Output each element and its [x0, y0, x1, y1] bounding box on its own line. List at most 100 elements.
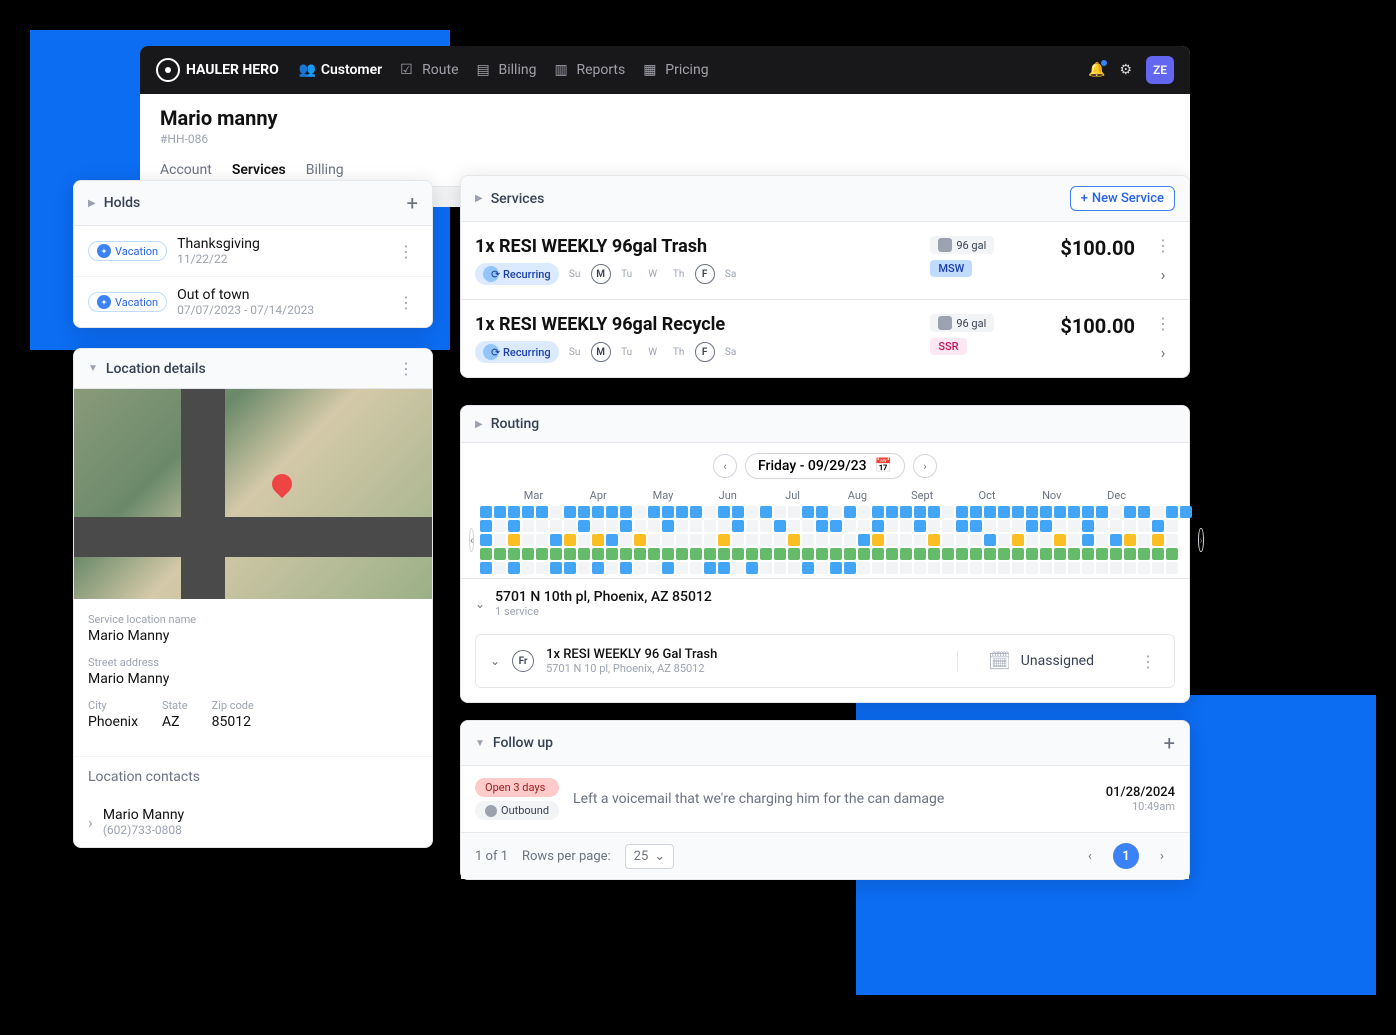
- category-badge: MSW: [930, 260, 972, 277]
- brand-logo: HAULER HERO: [156, 58, 279, 82]
- routing-panel: ▶ Routing ‹ Friday - 09/29/23📅 › MarAprM…: [460, 405, 1190, 703]
- followup-row[interactable]: Open 3 days Outbound Left a voicemail th…: [461, 766, 1189, 832]
- notifications-icon[interactable]: 🔔: [1088, 62, 1105, 78]
- open-badge: Open 3 days: [475, 778, 559, 797]
- contact-name: Mario Manny: [103, 807, 184, 823]
- add-followup-icon[interactable]: +: [1164, 731, 1175, 755]
- service-row[interactable]: 1x RESI WEEKLY 96gal Recycle ⟳Recurring …: [461, 300, 1189, 377]
- stop-title: 1x RESI WEEKLY 96 Gal Trash: [546, 647, 945, 662]
- location-details-panel: ▼ Location details ⋮ Service location na…: [73, 348, 433, 848]
- chevron-down-icon: ⌄: [475, 597, 485, 611]
- day-badge: Fr: [512, 650, 534, 672]
- zip-code: 85012: [212, 714, 254, 730]
- location-map[interactable]: [74, 389, 432, 599]
- service-price: $100.00: [1060, 236, 1135, 260]
- contact-row[interactable]: › Mario Manny (602)733-0808: [74, 797, 432, 847]
- service-menu-icon[interactable]: ⋮: [1151, 236, 1175, 255]
- recurring-badge: ⟳Recurring: [475, 263, 559, 285]
- contact-phone: (602)733-0808: [103, 823, 184, 837]
- chevron-right-icon[interactable]: ›: [1161, 343, 1166, 362]
- collapse-icon[interactable]: ▶: [475, 193, 483, 204]
- chevron-right-icon: ›: [88, 813, 93, 832]
- user-avatar[interactable]: ZE: [1146, 56, 1174, 84]
- nav-customer[interactable]: 👥Customer: [299, 58, 382, 82]
- add-hold-icon[interactable]: +: [407, 191, 418, 215]
- scroll-right-button[interactable]: ›: [1198, 528, 1203, 552]
- route-stop[interactable]: ⌄ Fr 1x RESI WEEKLY 96 Gal Trash 5701 N …: [475, 634, 1175, 688]
- nav-billing[interactable]: ▤Billing: [477, 58, 537, 82]
- followup-message: Left a voicemail that we're charging him…: [573, 791, 1092, 807]
- collapse-icon[interactable]: ▶: [475, 419, 483, 430]
- hold-menu-icon[interactable]: ⋮: [394, 242, 418, 261]
- hold-title: Out of town: [177, 287, 394, 303]
- recurring-badge: ⟳Recurring: [475, 341, 559, 363]
- holds-title: Holds: [104, 195, 407, 211]
- main-nav: 👥Customer ☑Route ▤Billing ▥Reports ▦Pric…: [299, 58, 1088, 82]
- chevron-down-icon: ⌄: [654, 849, 665, 864]
- prev-date-button[interactable]: ‹: [713, 454, 737, 478]
- map-pin-icon: [267, 470, 295, 498]
- services-panel: ▶ Services +New Service 1x RESI WEEKLY 9…: [460, 175, 1190, 378]
- hold-date: 07/07/2023 - 07/14/2023: [177, 303, 394, 317]
- outbound-icon: [485, 805, 497, 817]
- hold-date: 11/22/22: [177, 252, 394, 266]
- stop-address: 5701 N 10 pl, Phoenix, AZ 85012: [546, 662, 945, 675]
- top-bar: HAULER HERO 👥Customer ☑Route ▤Billing ▥R…: [140, 46, 1190, 94]
- size-badge: 96 gal: [930, 236, 994, 254]
- date-picker[interactable]: Friday - 09/29/23📅: [745, 453, 905, 479]
- location-title: Location details: [106, 361, 394, 377]
- next-page-button[interactable]: ›: [1149, 843, 1175, 869]
- location-menu-icon[interactable]: ⋮: [394, 359, 418, 378]
- hold-menu-icon[interactable]: ⋮: [394, 293, 418, 312]
- rows-per-page-select[interactable]: 25⌄: [625, 844, 675, 869]
- chevron-right-icon[interactable]: ›: [1161, 265, 1166, 284]
- calendar-plus-icon: 🗓: [988, 651, 1011, 672]
- hold-row[interactable]: ✦Vacation Out of town 07/07/2023 - 07/14…: [74, 277, 432, 327]
- route-address: 5701 N 10th pl, Phoenix, AZ 85012: [495, 589, 712, 605]
- service-title: 1x RESI WEEKLY 96gal Trash: [475, 236, 920, 257]
- customer-header: Mario manny #HH-086 Account Services Bil…: [140, 94, 1190, 187]
- prev-page-button[interactable]: ‹: [1077, 843, 1103, 869]
- holds-panel: ▶ Holds + ✦Vacation Thanksgiving 11/22/2…: [73, 180, 433, 328]
- stop-status: Unassigned: [1021, 653, 1094, 669]
- collapse-icon[interactable]: ▶: [88, 198, 96, 209]
- route-address-row[interactable]: ⌄ 5701 N 10th pl, Phoenix, AZ 85012 1 se…: [461, 578, 1189, 628]
- next-date-button[interactable]: ›: [913, 454, 937, 478]
- nav-route[interactable]: ☑Route: [400, 58, 458, 82]
- customer-name: Mario manny: [160, 106, 1170, 130]
- hold-title: Thanksgiving: [177, 236, 394, 252]
- location-name: Mario Manny: [88, 628, 418, 644]
- result-count: 1 of 1: [475, 849, 508, 864]
- settings-icon[interactable]: ⚙: [1119, 62, 1132, 78]
- chevron-down-icon: ⌄: [490, 654, 500, 668]
- services-title: Services: [491, 191, 1070, 207]
- service-row[interactable]: 1x RESI WEEKLY 96gal Trash ⟳Recurring Su…: [461, 222, 1189, 300]
- followup-panel: ▼ Follow up + Open 3 days Outbound Left …: [460, 720, 1190, 880]
- customer-id: #HH-086: [160, 132, 1170, 146]
- rpp-label: Rows per page:: [522, 849, 611, 864]
- service-menu-icon[interactable]: ⋮: [1151, 314, 1175, 333]
- state: AZ: [162, 714, 188, 730]
- route-address-sub: 1 service: [495, 605, 712, 618]
- street-address: Mario Manny: [88, 671, 418, 687]
- calendar-icon: 📅: [875, 458, 892, 474]
- category-badge: SSR: [930, 338, 966, 355]
- followup-time: 10:49am: [1106, 800, 1175, 813]
- size-badge: 96 gal: [930, 314, 994, 332]
- collapse-icon[interactable]: ▼: [475, 738, 485, 749]
- hold-row[interactable]: ✦Vacation Thanksgiving 11/22/22 ⋮: [74, 226, 432, 277]
- stop-menu-icon[interactable]: ⋮: [1136, 652, 1160, 671]
- routing-title: Routing: [491, 416, 1175, 432]
- routing-heatmap: [480, 506, 1192, 574]
- collapse-icon[interactable]: ▼: [88, 363, 98, 374]
- followup-date: 01/28/2024: [1106, 785, 1175, 800]
- page-number-button[interactable]: 1: [1113, 843, 1139, 869]
- new-service-button[interactable]: +New Service: [1070, 186, 1175, 211]
- followup-title: Follow up: [493, 735, 1164, 751]
- nav-pricing[interactable]: ▦Pricing: [643, 58, 708, 82]
- pagination-footer: 1 of 1 Rows per page: 25⌄ ‹ 1 ›: [461, 832, 1189, 879]
- nav-reports[interactable]: ▥Reports: [554, 58, 625, 82]
- brand-text: HAULER HERO: [186, 62, 279, 78]
- scroll-left-button[interactable]: ‹: [469, 528, 474, 552]
- service-price: $100.00: [1060, 314, 1135, 338]
